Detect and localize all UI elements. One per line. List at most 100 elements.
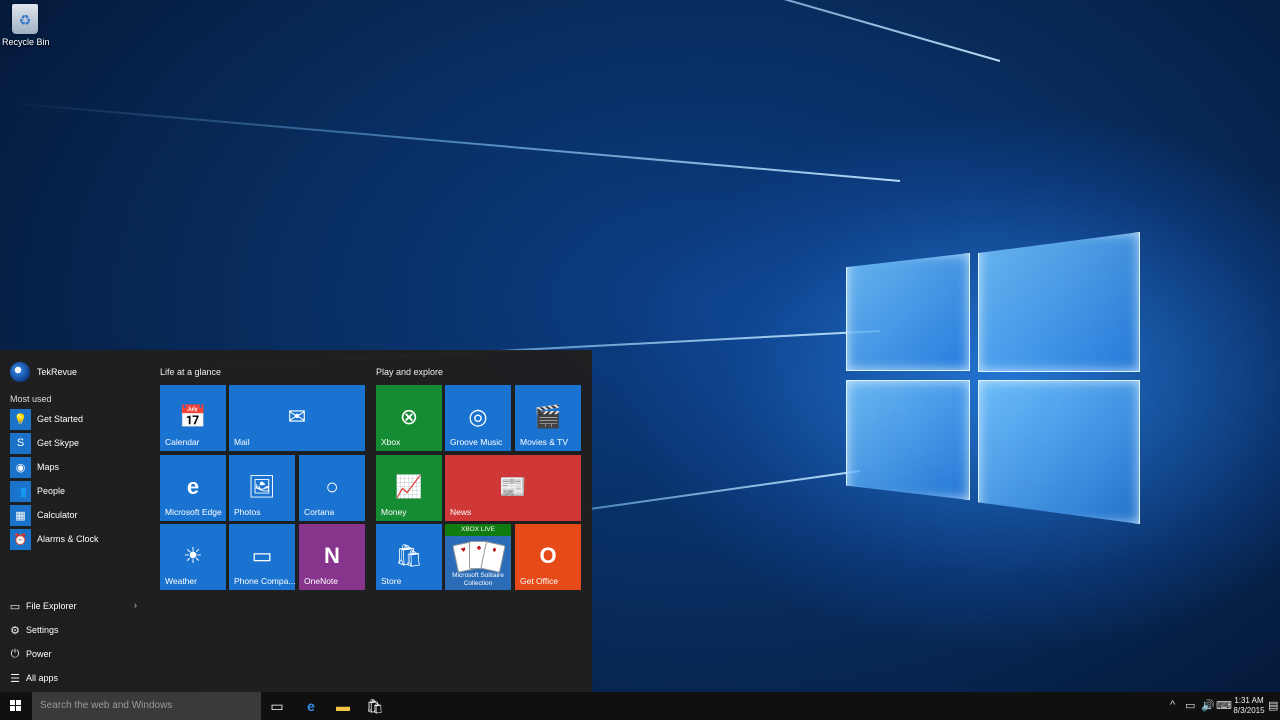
edge-icon: e xyxy=(186,474,200,499)
calculator-icon: ▦ xyxy=(10,504,31,526)
tile-store[interactable]: 🛍 Store xyxy=(376,524,442,590)
search-input[interactable]: Search the web and Windows xyxy=(32,692,261,720)
people-icon: 👥 xyxy=(10,480,31,502)
start-button[interactable] xyxy=(0,692,32,720)
task-view-icon: ▭ xyxy=(270,697,284,714)
tile-solitaire[interactable]: XBOX LIVE ♥ ♠ ♦ Microsoft Solitaire Coll… xyxy=(445,524,511,590)
tile-label: OneNote xyxy=(304,576,339,586)
most-used-alarms-clock[interactable]: ⏰ Alarms & Clock xyxy=(10,528,99,550)
user-name: TekRevue xyxy=(37,367,78,377)
maps-icon: ◉ xyxy=(10,456,31,478)
tile-label: Xbox xyxy=(381,437,401,447)
tile-xbox[interactable]: ⊗ Xbox xyxy=(376,385,442,451)
tile-cortana[interactable]: ○ Cortana xyxy=(299,455,365,521)
tile-label: Photos xyxy=(234,507,261,517)
store-taskbar-button[interactable]: 🛍 xyxy=(359,692,391,720)
list-icon: ☰ xyxy=(10,672,20,685)
tile-microsoft-edge[interactable]: e Microsoft Edge xyxy=(160,455,226,521)
most-used-people[interactable]: 👥 People xyxy=(10,480,65,502)
xbox-icon: ⊗ xyxy=(399,404,419,429)
clock[interactable]: 1:31 AM 8/3/2015 xyxy=(1230,696,1268,716)
start-menu: TekRevue Most used 💡 Get Started S Get S… xyxy=(0,350,592,692)
tile-label: Calendar xyxy=(165,437,200,447)
tile-label: Microsoft Edge xyxy=(165,507,222,517)
tile-groove-music[interactable]: ◎ Groove Music xyxy=(445,385,511,451)
list-item-label: Maps xyxy=(37,462,60,472)
most-used-maps[interactable]: ◉ Maps xyxy=(10,456,59,478)
recycle-bin-shortcut[interactable]: Recycle Bin xyxy=(2,4,50,47)
tile-get-office[interactable]: O Get Office xyxy=(515,524,581,590)
most-used-calculator[interactable]: ▦ Calculator xyxy=(10,504,78,526)
group-title-play-and-explore: Play and explore xyxy=(376,367,444,377)
tile-label: Weather xyxy=(165,576,197,586)
file-explorer-item[interactable]: ▭ File Explorer xyxy=(9,597,77,615)
tile-weather[interactable]: ☀ Weather xyxy=(160,524,226,590)
settings-item[interactable]: ⚙ Settings xyxy=(9,621,59,639)
list-item-label: Calculator xyxy=(37,510,78,520)
tile-onenote[interactable]: N OneNote xyxy=(299,524,365,590)
list-item-label: Get Started xyxy=(37,414,84,424)
logo-pane-top-right xyxy=(978,232,1140,372)
calendar-icon: 📅 xyxy=(179,404,207,429)
power-item[interactable]: ⏻ Power xyxy=(9,645,52,663)
light-beam xyxy=(3,101,901,182)
tile-label: Money xyxy=(381,507,407,517)
user-account[interactable]: TekRevue xyxy=(10,362,77,382)
task-view-button[interactable]: ▭ xyxy=(261,692,293,720)
network-icon[interactable]: ▭ xyxy=(1185,699,1195,712)
logo-pane-top-left xyxy=(846,253,970,371)
tile-news[interactable]: 📰 News xyxy=(445,455,581,521)
phone-companion-icon: ▭ xyxy=(251,543,273,568)
light-beam xyxy=(230,0,1001,62)
tile-label: Phone Compa... xyxy=(234,576,295,586)
tile-photos[interactable]: 🖼 Photos xyxy=(229,455,295,521)
tile-phone-companion[interactable]: ▭ Phone Compa... xyxy=(229,524,295,590)
clock-time: 1:31 AM xyxy=(1234,696,1264,705)
tile-movies-tv[interactable]: 🎬 Movies & TV xyxy=(515,385,581,451)
tile-label: Get Office xyxy=(520,576,559,586)
tile-money[interactable]: 📈 Money xyxy=(376,455,442,521)
logo-pane-bottom-right xyxy=(978,380,1140,524)
most-used-heading: Most used xyxy=(10,394,52,404)
tile-calendar[interactable]: 📅 Calendar xyxy=(160,385,226,451)
photos-icon: 🖼 xyxy=(248,474,276,499)
movies-icon: 🎬 xyxy=(534,404,562,429)
alarm-clock-icon: ⏰ xyxy=(10,528,31,550)
power-label: Power xyxy=(26,649,52,659)
tile-label: Mail xyxy=(234,437,250,447)
clock-date: 8/3/2015 xyxy=(1233,706,1265,715)
list-item-label: Alarms & Clock xyxy=(37,534,99,544)
recycle-bin-icon xyxy=(12,4,38,34)
store-icon: 🛍 xyxy=(395,543,423,568)
tile-label: Cortana xyxy=(304,507,335,517)
tile-mail[interactable]: ✉ Mail xyxy=(229,385,365,451)
chevron-right-icon[interactable]: › xyxy=(134,600,137,610)
most-used-get-skype[interactable]: S Get Skype xyxy=(10,432,79,454)
mail-icon: ✉ xyxy=(287,404,307,429)
all-apps-item[interactable]: ☰ All apps xyxy=(9,669,58,687)
start-left-column: TekRevue Most used 💡 Get Started S Get S… xyxy=(0,350,150,692)
edge-icon: e xyxy=(307,698,315,714)
solitaire-icon: ♥ ♠ ♦ xyxy=(452,541,506,573)
lightbulb-icon: 💡 xyxy=(10,408,31,430)
power-icon: ⏻ xyxy=(10,647,20,660)
all-apps-label: All apps xyxy=(26,673,59,683)
most-used-get-started[interactable]: 💡 Get Started xyxy=(10,408,83,430)
user-avatar xyxy=(10,362,30,382)
list-item-label: Get Skype xyxy=(37,438,80,448)
news-icon: 📰 xyxy=(499,474,527,499)
folder-icon: ▭ xyxy=(9,600,21,613)
tile-label: Movies & TV xyxy=(520,437,569,447)
tile-label: Groove Music xyxy=(450,437,503,447)
file-explorer-taskbar-button[interactable]: ▬ xyxy=(327,692,359,720)
money-icon: 📈 xyxy=(395,474,423,499)
tile-label: Microsoft Solitaire Collection xyxy=(452,572,504,587)
action-center-icon[interactable]: ▤ xyxy=(1268,699,1278,712)
settings-label: Settings xyxy=(26,625,59,635)
windows-logo-icon xyxy=(10,700,22,712)
volume-icon[interactable]: 🔊 xyxy=(1201,699,1215,712)
chevron-up-icon[interactable]: ^ xyxy=(1170,699,1175,711)
edge-taskbar-button[interactable]: e xyxy=(295,692,327,720)
gear-icon: ⚙ xyxy=(10,624,20,637)
xbox-live-badge: XBOX LIVE xyxy=(445,524,511,536)
